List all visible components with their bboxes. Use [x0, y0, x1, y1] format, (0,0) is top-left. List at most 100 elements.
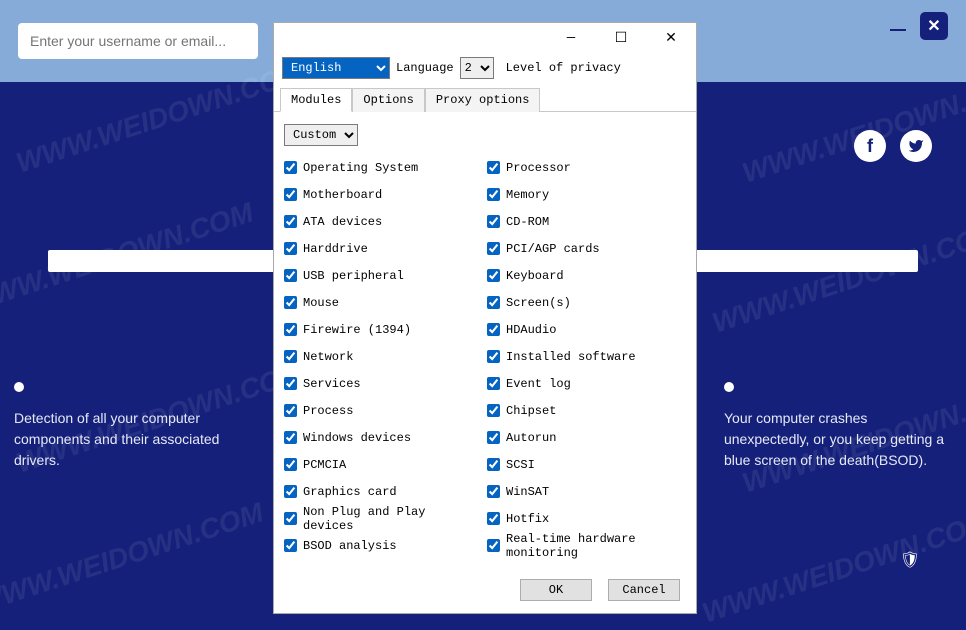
module-checkbox-item[interactable]: Hotfix: [487, 505, 686, 532]
dialog-close-icon[interactable]: ✕: [654, 26, 688, 50]
module-checkbox[interactable]: [284, 215, 297, 228]
module-checkbox-item[interactable]: Installed software: [487, 343, 686, 370]
module-label: WinSAT: [506, 485, 549, 499]
dialog-tabs: Modules Options Proxy options: [274, 87, 696, 112]
module-checkbox-item[interactable]: BSOD analysis: [284, 532, 483, 559]
tab-proxy-options[interactable]: Proxy options: [425, 88, 541, 112]
module-checkbox[interactable]: [284, 242, 297, 255]
module-checkbox[interactable]: [284, 161, 297, 174]
module-checkbox[interactable]: [284, 269, 297, 282]
module-checkbox[interactable]: [487, 404, 500, 417]
module-checkbox[interactable]: [284, 512, 297, 525]
module-label: Event log: [506, 377, 571, 391]
module-checkbox-item[interactable]: PCMCIA: [284, 451, 483, 478]
module-checkbox-item[interactable]: Autorun: [487, 424, 686, 451]
module-checkbox[interactable]: [487, 269, 500, 282]
module-checkbox[interactable]: [284, 431, 297, 444]
module-checkbox[interactable]: [487, 377, 500, 390]
module-checkbox-item[interactable]: ATA devices: [284, 208, 483, 235]
module-label: BSOD analysis: [303, 539, 397, 553]
module-checkbox-item[interactable]: Process: [284, 397, 483, 424]
module-checkbox-item[interactable]: USB peripheral: [284, 262, 483, 289]
module-label: Services: [303, 377, 361, 391]
tab-modules[interactable]: Modules: [280, 88, 352, 112]
module-checkbox[interactable]: [487, 188, 500, 201]
module-checkbox-item[interactable]: Event log: [487, 370, 686, 397]
feature-text: Detection of all your computer component…: [14, 408, 242, 471]
module-checkbox-item[interactable]: Mouse: [284, 289, 483, 316]
module-checkbox[interactable]: [284, 458, 297, 471]
module-checkbox-item[interactable]: Keyboard: [487, 262, 686, 289]
module-checkbox[interactable]: [487, 161, 500, 174]
module-checkbox[interactable]: [487, 512, 500, 525]
settings-dialog: — ☐ ✕ English Language 2 Level of privac…: [273, 22, 697, 614]
module-checkbox[interactable]: [284, 350, 297, 363]
cancel-button[interactable]: Cancel: [608, 579, 680, 601]
module-checkbox-item[interactable]: Non Plug and Play devices: [284, 505, 483, 532]
module-checkbox[interactable]: [487, 458, 500, 471]
module-checkbox[interactable]: [487, 539, 500, 552]
preset-select[interactable]: Custom: [284, 124, 358, 146]
module-checkbox-item[interactable]: Services: [284, 370, 483, 397]
module-checkbox[interactable]: [487, 215, 500, 228]
module-checkbox-item[interactable]: SCSI: [487, 451, 686, 478]
ok-button[interactable]: OK: [520, 579, 592, 601]
module-checkbox-item[interactable]: Real-time hardware monitoring: [487, 532, 686, 559]
module-checkbox[interactable]: [487, 242, 500, 255]
module-label: Processor: [506, 161, 571, 175]
module-checkbox-item[interactable]: Chipset: [487, 397, 686, 424]
module-checkbox-item[interactable]: PCI/AGP cards: [487, 235, 686, 262]
module-checkbox-item[interactable]: Screen(s): [487, 289, 686, 316]
twitter-icon[interactable]: [900, 130, 932, 162]
module-label: CD-ROM: [506, 215, 549, 229]
username-input[interactable]: [18, 23, 258, 59]
module-checkbox[interactable]: [284, 377, 297, 390]
tab-options[interactable]: Options: [352, 88, 424, 112]
module-label: Network: [303, 350, 353, 364]
module-checkbox-item[interactable]: HDAudio: [487, 316, 686, 343]
module-checkbox[interactable]: [284, 404, 297, 417]
module-checkbox-item[interactable]: Processor: [487, 154, 686, 181]
minimize-icon[interactable]: [890, 29, 906, 31]
shield-icon[interactable]: 🛡: [900, 550, 920, 570]
module-checkbox[interactable]: [487, 431, 500, 444]
module-checkbox[interactable]: [487, 323, 500, 336]
module-checkbox-item[interactable]: Firewire (1394): [284, 316, 483, 343]
module-checkbox[interactable]: [487, 296, 500, 309]
module-checkbox-item[interactable]: Network: [284, 343, 483, 370]
module-label: Windows devices: [303, 431, 411, 445]
language-select[interactable]: English: [282, 57, 390, 79]
module-checkbox-item[interactable]: WinSAT: [487, 478, 686, 505]
module-label: Graphics card: [303, 485, 397, 499]
module-label: SCSI: [506, 458, 535, 472]
module-label: Non Plug and Play devices: [303, 505, 483, 533]
dialog-top-row: English Language 2 Level of privacy: [274, 53, 696, 87]
module-checkbox-item[interactable]: Harddrive: [284, 235, 483, 262]
feature-item: Your computer crashes unexpectedly, or y…: [724, 382, 952, 471]
module-checkbox[interactable]: [284, 323, 297, 336]
module-checkbox-item[interactable]: Motherboard: [284, 181, 483, 208]
close-app-button[interactable]: ✕: [920, 12, 948, 40]
module-label: Firewire (1394): [303, 323, 411, 337]
module-checkbox[interactable]: [284, 539, 297, 552]
privacy-level-select[interactable]: 2: [460, 57, 494, 79]
dialog-buttons: OK Cancel: [274, 569, 696, 613]
module-checkbox[interactable]: [284, 296, 297, 309]
module-checkbox-item[interactable]: Memory: [487, 181, 686, 208]
module-label: Autorun: [506, 431, 556, 445]
module-checkbox-item[interactable]: CD-ROM: [487, 208, 686, 235]
module-checkbox-item[interactable]: Graphics card: [284, 478, 483, 505]
module-checkbox-item[interactable]: Operating System: [284, 154, 483, 181]
dialog-maximize-icon[interactable]: ☐: [604, 26, 638, 50]
watermark: WWW.WEIDOWN.COM: [739, 66, 966, 189]
module-label: USB peripheral: [303, 269, 404, 283]
module-checkbox[interactable]: [284, 485, 297, 498]
dialog-minimize-icon[interactable]: —: [554, 26, 588, 50]
facebook-icon[interactable]: f: [854, 130, 886, 162]
module-checkbox[interactable]: [284, 188, 297, 201]
module-checkbox-item[interactable]: Windows devices: [284, 424, 483, 451]
app-window-controls: ✕: [890, 12, 948, 40]
module-checkbox[interactable]: [487, 485, 500, 498]
watermark: WWW.WEIDOWN.COM: [699, 506, 966, 629]
module-checkbox[interactable]: [487, 350, 500, 363]
